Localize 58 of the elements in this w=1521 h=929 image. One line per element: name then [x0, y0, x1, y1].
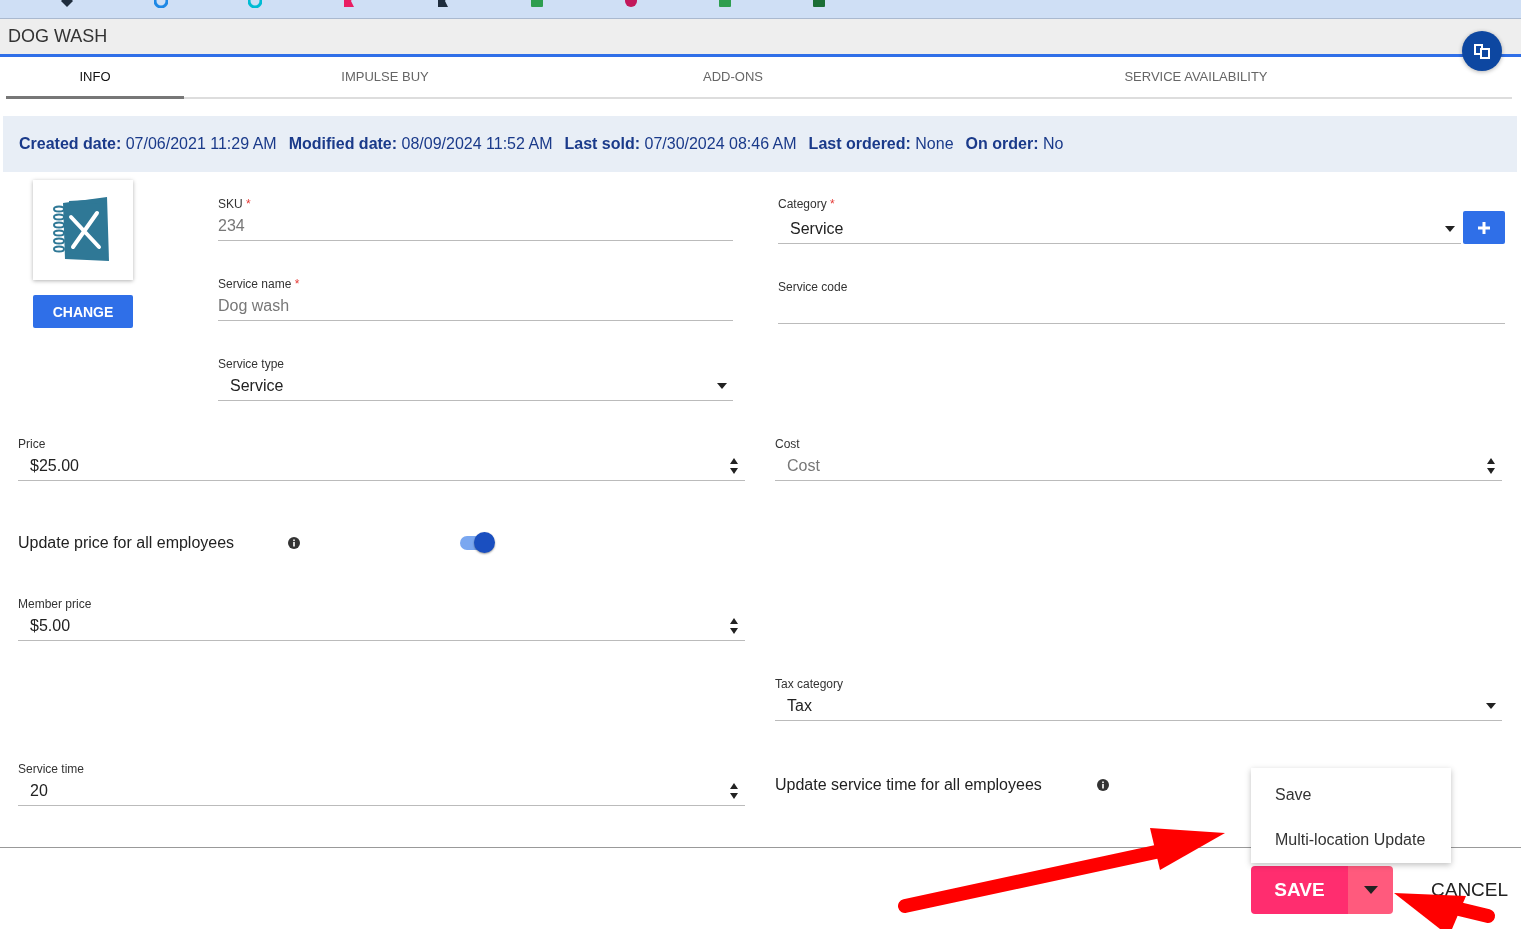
tab[interactable]: SERVICE AVAILABILITY	[880, 57, 1512, 99]
page-title: DOG WASH	[8, 26, 108, 47]
field-label: Service name *	[218, 277, 301, 291]
copy-icon	[1472, 41, 1492, 61]
save-button[interactable]: SAVE	[1251, 866, 1348, 914]
save-options-button[interactable]	[1348, 866, 1393, 914]
info-text: Last ordered: None	[808, 135, 954, 153]
setting-label: Update price for all employees	[18, 534, 236, 552]
field-label: Service type	[218, 357, 286, 371]
menu-item[interactable]: Save	[1251, 772, 1451, 818]
number-field[interactable]: $25.00	[18, 451, 745, 481]
number-field[interactable]: Cost	[775, 451, 1502, 481]
caret-icon	[1445, 225, 1455, 232]
select-field[interactable]: Service	[778, 214, 1461, 244]
select-field[interactable]: Service	[218, 371, 733, 401]
plus-icon	[1478, 221, 1490, 234]
field-value: Dog wash	[218, 296, 291, 315]
number-field[interactable]: 20	[18, 776, 745, 806]
field-label: Member price	[18, 597, 93, 611]
info-icon	[288, 537, 300, 549]
tab[interactable]: INFO	[6, 57, 184, 99]
field-label: SKU *	[218, 197, 252, 211]
info-text: Last sold: 07/30/2024 08:46 AM	[564, 135, 797, 153]
field-label: Service time	[18, 762, 86, 776]
spinner-icon[interactable]	[1486, 456, 1496, 475]
spinner-icon[interactable]	[729, 456, 739, 475]
info-icon	[1097, 778, 1109, 791]
field-value: Tax	[787, 696, 813, 715]
tab[interactable]: ADD-ONS	[586, 57, 880, 99]
field-value: $25.00	[30, 456, 80, 475]
select-field[interactable]: Tax	[775, 691, 1502, 721]
field-label: Cost	[775, 437, 801, 451]
field-placeholder: Cost	[787, 456, 821, 475]
add-button[interactable]	[1463, 211, 1505, 244]
caret-icon	[1486, 702, 1496, 709]
info-text: On order: No	[965, 135, 1064, 153]
field-label: Service code	[778, 280, 849, 294]
field-value: Service	[790, 219, 845, 238]
spinner-icon[interactable]	[729, 781, 739, 800]
field-label: Category *	[778, 197, 836, 211]
info-text: Modified date: 08/09/2024 11:52 AM	[288, 135, 553, 153]
caret-icon	[717, 382, 727, 389]
field-label: Price	[18, 437, 47, 451]
spinner-icon[interactable]	[729, 616, 739, 635]
tab[interactable]: IMPULSE BUY	[184, 57, 586, 99]
info-text: Created date: 07/06/2021 11:29 AM	[19, 135, 277, 153]
field-label: Tax category	[775, 677, 845, 691]
field-value: 20	[30, 781, 49, 800]
field-value: Service	[230, 376, 285, 395]
caret-icon	[1363, 886, 1378, 894]
setting-label: Update service time for all employees	[775, 775, 1043, 794]
field-value: 234	[218, 216, 246, 235]
field-value: $5.00	[30, 616, 72, 635]
copy-button[interactable]	[1462, 31, 1502, 71]
cancel-button[interactable]: CANCEL	[1431, 879, 1509, 901]
number-field[interactable]: $5.00	[18, 611, 745, 641]
menu-item[interactable]: Multi-location Update	[1251, 817, 1451, 863]
change-button[interactable]: CHANGE	[33, 295, 133, 328]
